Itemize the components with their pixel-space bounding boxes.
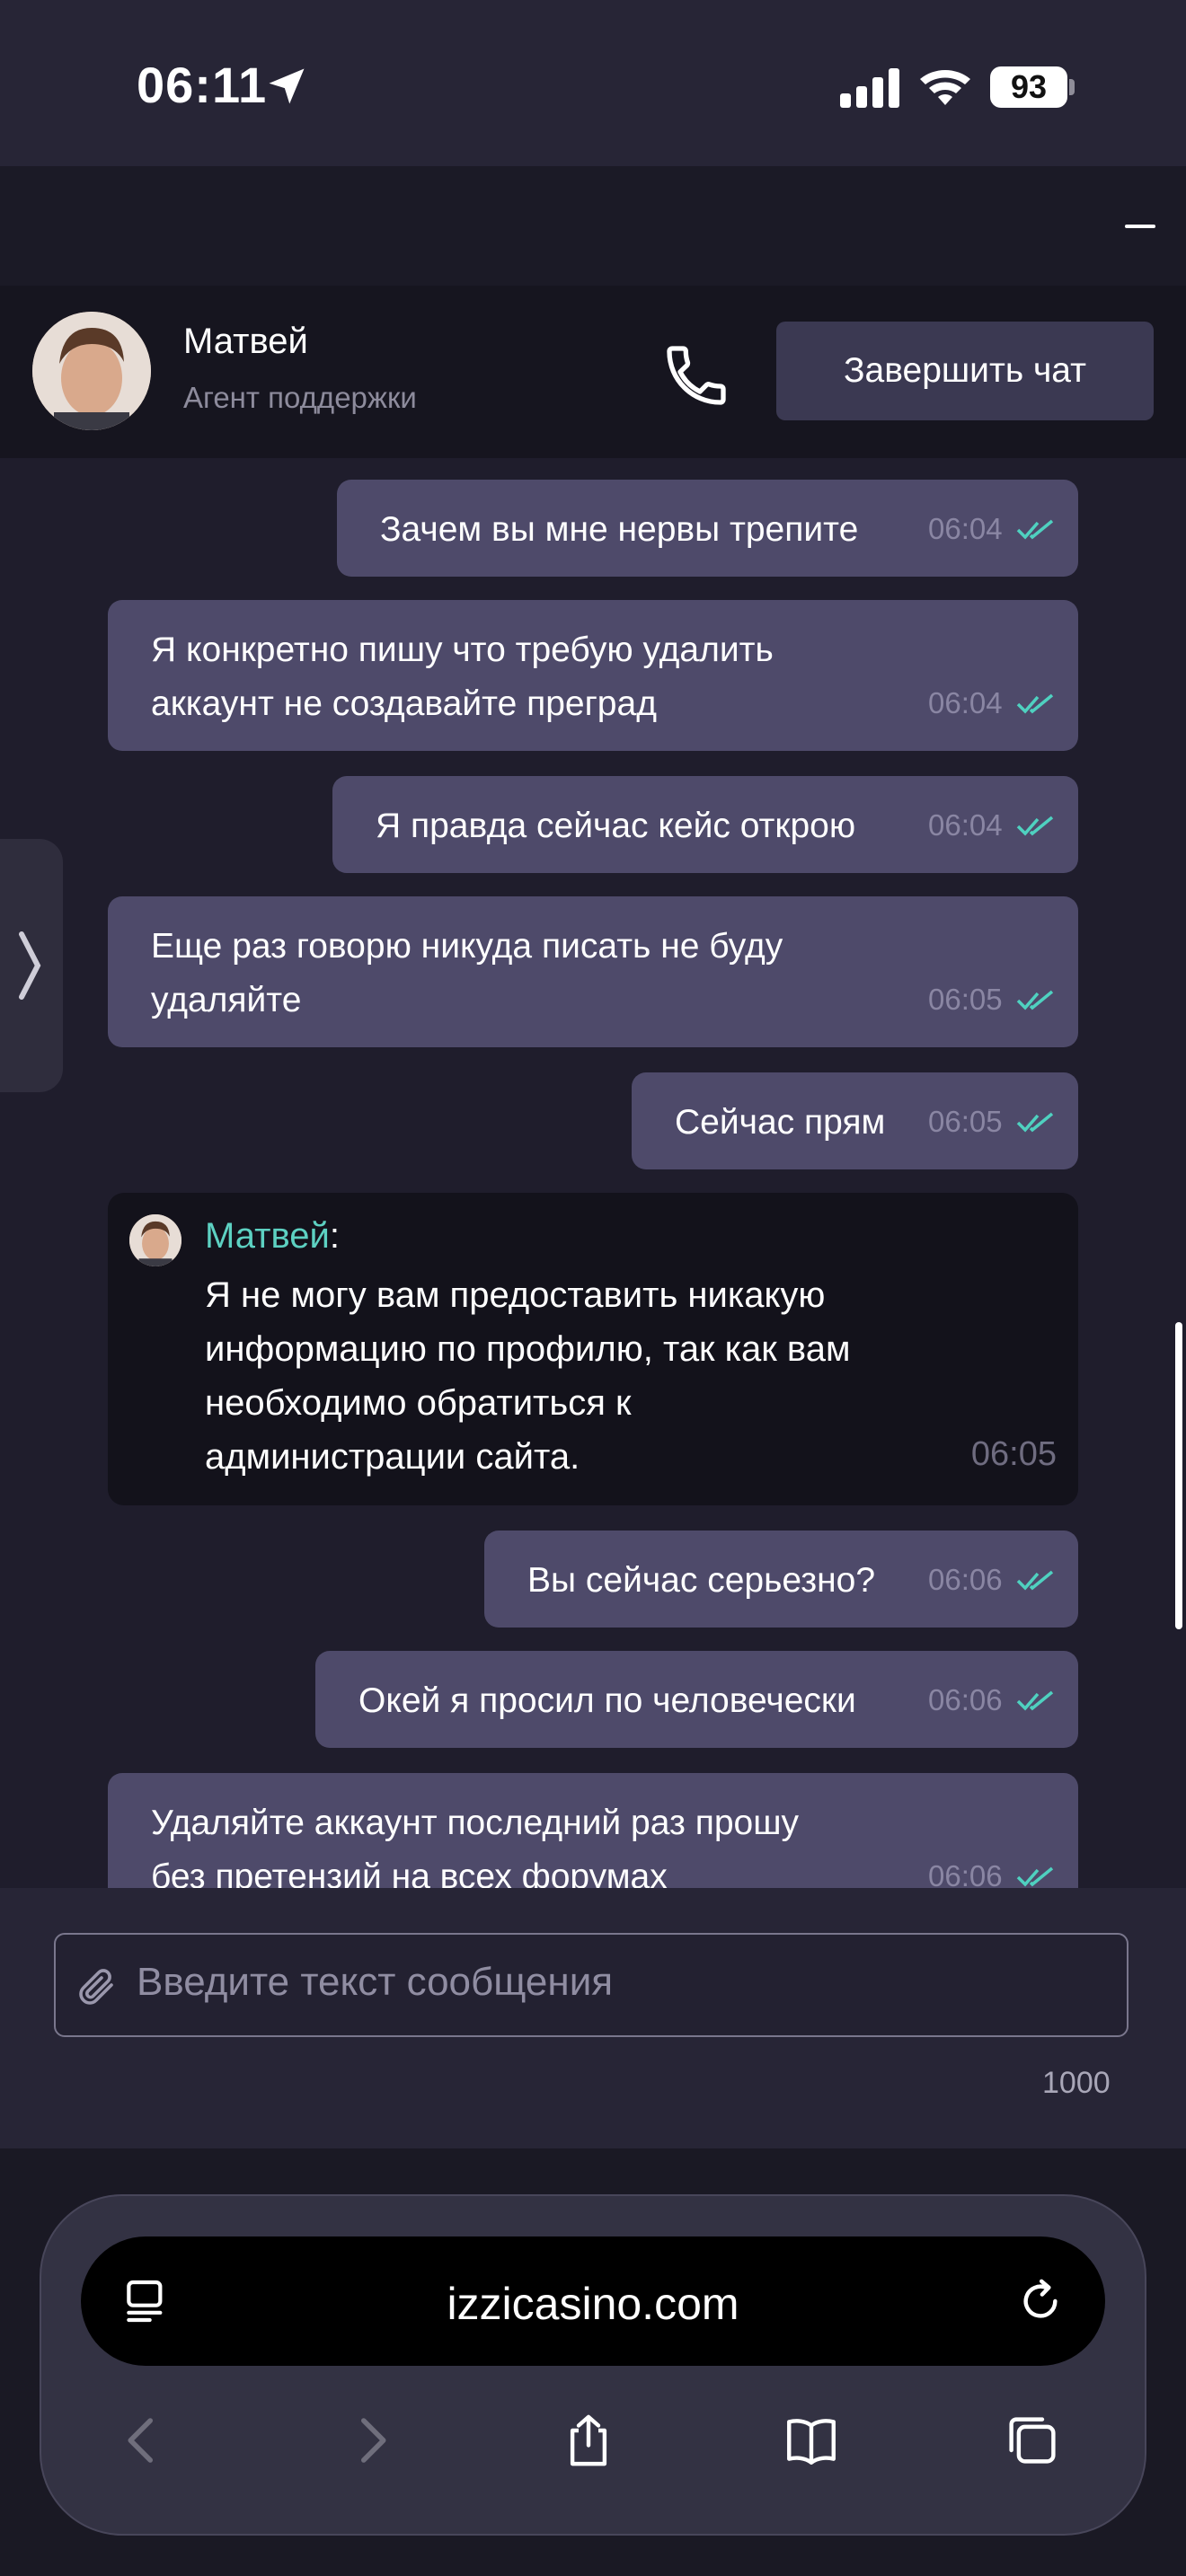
minimize-button[interactable] [1125,225,1155,228]
double-check-icon [1016,1570,1054,1591]
user-message: Я конкретно пишу что требую удалить аккау… [108,600,1078,751]
message-time: 06:06 [928,1563,1003,1596]
double-check-icon [1016,693,1054,714]
cellular-signal-icon [840,68,899,108]
agent-message-avatar [129,1214,181,1266]
phone-icon[interactable] [660,340,732,411]
message-text: Я правда сейчас кейс открою [376,807,856,845]
back-arrow-icon[interactable] [113,2411,173,2470]
reload-icon[interactable] [1015,2276,1066,2326]
double-check-icon [1016,1866,1054,1887]
location-arrow-icon [269,68,305,104]
message-text: Зачем вы мне нервы трепите [380,510,859,549]
chat-widget-topbar [0,166,1186,286]
double-check-icon [1016,816,1054,836]
agent-message-sender: Матвей: [205,1216,340,1256]
double-check-icon [1016,1112,1054,1133]
message-text: Сейчас прям [675,1103,886,1142]
message-time: 06:04 [928,512,1003,545]
agent-name: Матвей [183,322,308,361]
agent-avatar [32,312,151,430]
chevron-right-icon [19,931,41,1000]
wifi-icon [920,69,970,105]
forward-arrow-icon[interactable] [341,2411,401,2470]
share-icon[interactable] [559,2411,618,2470]
agent-message: Матвей: Я не могу вам предоставить никак… [108,1193,1078,1505]
double-check-icon [1016,1690,1054,1711]
message-time: 06:05 [928,983,1003,1016]
message-text: Удаляйте аккаунт последний раз прошу без … [151,1804,799,1888]
battery-level: 93 [990,66,1067,108]
message-time: 06:06 [928,1859,1003,1888]
agent-message-time: 06:05 [970,1435,1057,1473]
message-time: 06:04 [928,686,1003,719]
message-time: 06:05 [928,1105,1003,1138]
side-panel-toggle[interactable] [0,839,63,1092]
clock: 06:11 [137,57,268,113]
message-text: Вы сейчас серьезно? [527,1561,876,1600]
message-text: Окей я просил по человечески [358,1681,856,1720]
url-text[interactable]: izzicasino.com [0,2278,1186,2330]
user-message: Зачем вы мне нервы трепите 06:04 [337,480,1078,577]
user-message: Вы сейчас серьезно? 06:06 [484,1531,1078,1628]
double-check-icon [1016,519,1054,540]
message-text: Еще раз говорю никуда писать не буду удал… [151,927,783,1019]
message-time: 06:06 [928,1683,1003,1716]
character-counter: 1000 [1042,2066,1111,2100]
paperclip-icon[interactable] [75,1965,119,2008]
agent-role: Агент поддержки [183,381,417,414]
agent-message-text: Я не могу вам предоставить никакую информ… [205,1275,851,1477]
message-text: Я конкретно пишу что требую удалить аккау… [151,631,774,723]
chat-messages[interactable]: Зачем вы мне нервы трепите 06:04 Я конкр… [0,458,1186,1888]
user-message: Удаляйте аккаунт последний раз прошу без … [108,1773,1078,1888]
user-message: Еще раз говорю никуда писать не буду удал… [108,896,1078,1047]
user-message: Я правда сейчас кейс открою 06:04 [332,776,1078,873]
end-chat-button[interactable]: Завершить чат [776,322,1154,420]
scrollbar[interactable] [1175,1322,1182,1629]
user-message: Сейчас прям 06:05 [632,1072,1078,1169]
double-check-icon [1016,990,1054,1010]
bookmarks-icon[interactable] [782,2411,841,2470]
battery-cap [1069,79,1075,95]
input-placeholder: Введите текст сообщения [137,1960,614,2004]
tabs-icon[interactable] [1003,2411,1062,2470]
message-time: 06:04 [928,808,1003,842]
user-message: Окей я просил по человечески 06:06 [315,1651,1078,1748]
